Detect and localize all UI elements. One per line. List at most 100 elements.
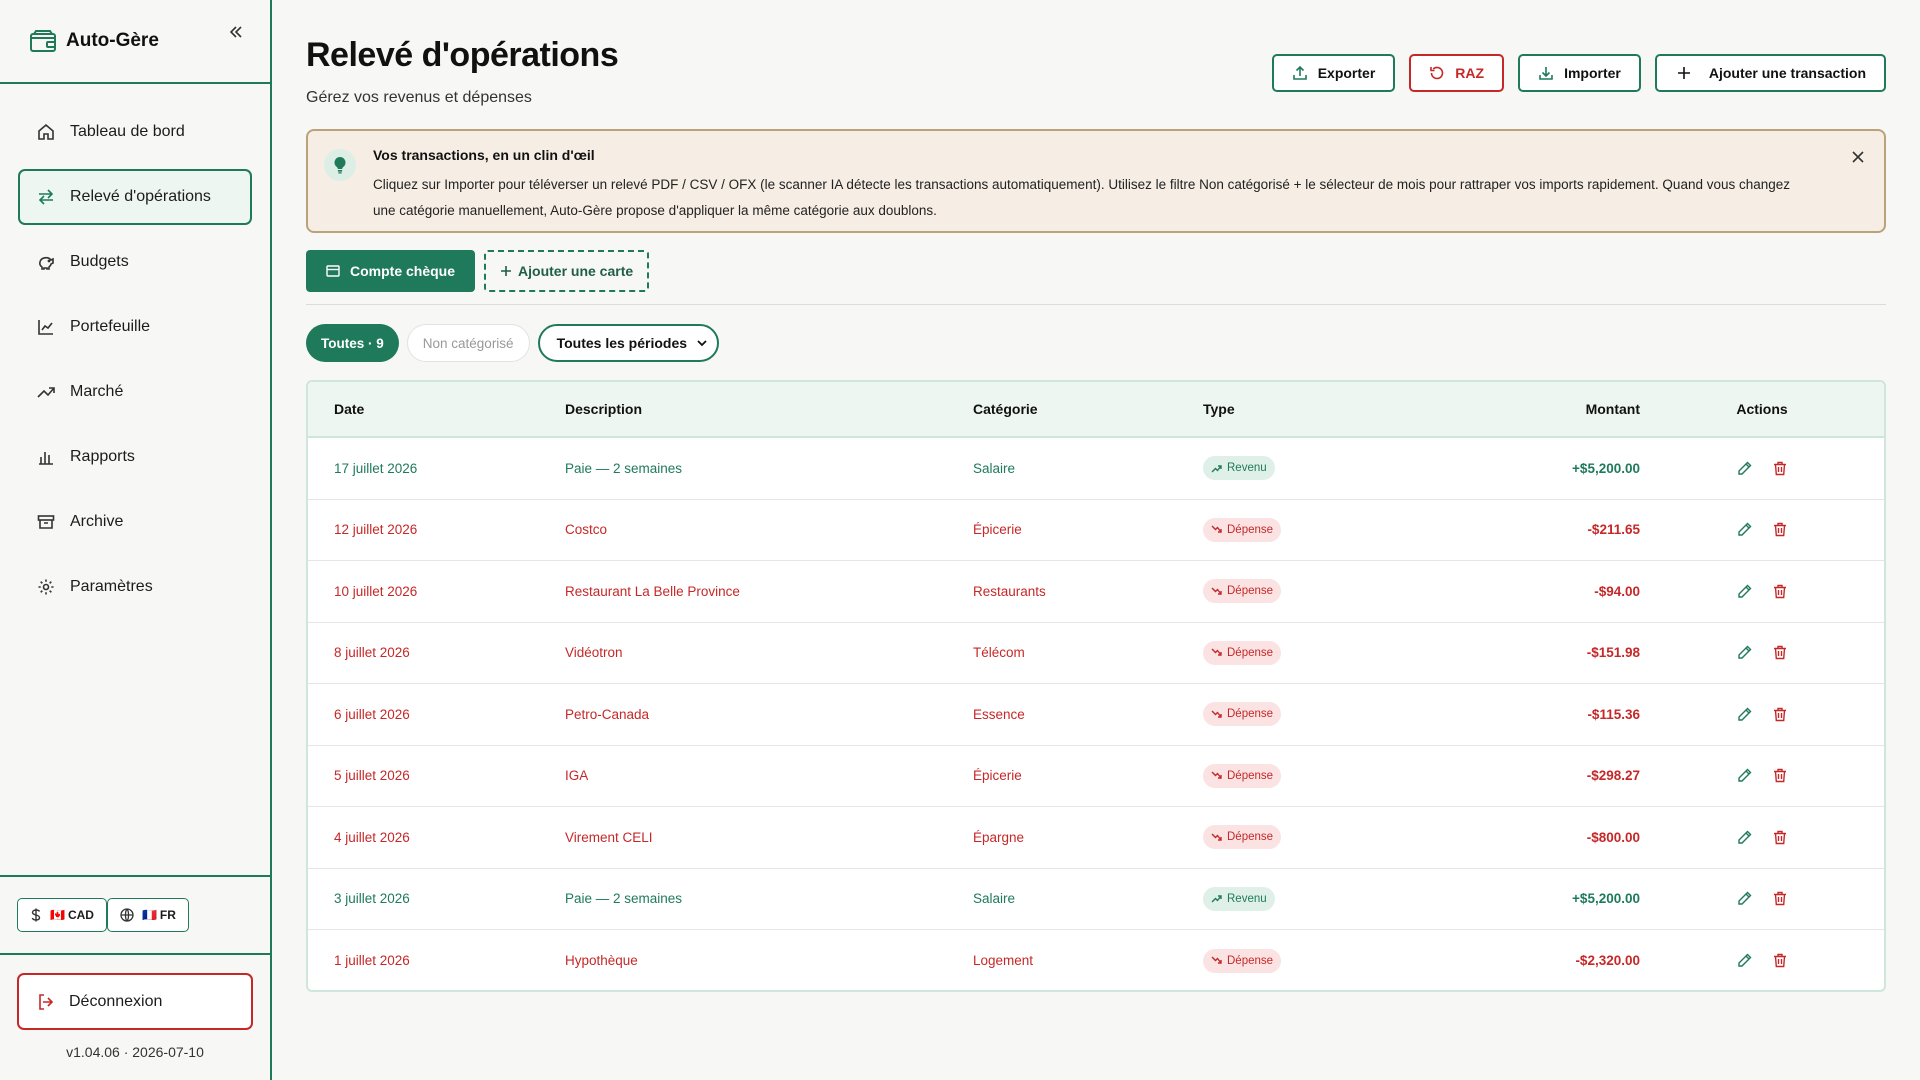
type-badge-label: Revenu — [1227, 892, 1267, 905]
cell-amount: -$800.00 — [1586, 829, 1640, 845]
delete-button[interactable] — [1771, 521, 1789, 539]
edit-button[interactable] — [1735, 459, 1753, 477]
header-type[interactable]: Type — [1203, 401, 1403, 417]
cell-category: Essence — [973, 706, 1025, 722]
cell-amount: -$115.36 — [1587, 706, 1640, 722]
logout-button[interactable]: Déconnexion — [17, 973, 253, 1030]
table-row[interactable]: 10 juillet 2026 Restaurant La Belle Provi… — [308, 561, 1884, 623]
edit-button[interactable] — [1735, 521, 1753, 539]
sidebar-item-reports[interactable]: Rapports — [18, 429, 252, 485]
trending-down-icon — [1211, 771, 1222, 780]
trash-icon — [1773, 768, 1787, 783]
tip-body: Cliquez sur Importer pour téléverser un … — [373, 177, 1791, 218]
sidebar-item-label: Tableau de bord — [70, 123, 185, 140]
cell-type: Revenu — [1203, 456, 1403, 481]
type-badge-label: Dépense — [1227, 523, 1274, 536]
collapse-sidebar-button[interactable] — [224, 20, 248, 44]
table-row[interactable]: 4 juillet 2026 Virement CELI Épargne Dépens… — [308, 807, 1884, 869]
header-date[interactable]: Date — [308, 401, 565, 417]
trash-icon — [1773, 584, 1787, 599]
tip-title: Vos transactions, en un clin d'œil — [373, 147, 595, 163]
cell-category: Épicerie — [973, 522, 1022, 538]
account-tab-checking[interactable]: Compte chèque — [306, 250, 476, 292]
add-transaction-label: Ajouter une transaction — [1708, 65, 1866, 81]
locale-bar: 🇨🇦 CAD 🇫🇷 FR — [0, 875, 270, 955]
reset-button[interactable]: RAZ — [1409, 54, 1505, 92]
delete-button[interactable] — [1771, 828, 1789, 846]
delete-button[interactable] — [1771, 767, 1789, 785]
type-badge-label: Dépense — [1227, 646, 1274, 659]
trash-icon — [1773, 707, 1787, 722]
header-description[interactable]: Description — [565, 401, 973, 417]
language-selector[interactable]: 🇫🇷 FR — [106, 898, 189, 932]
table-row[interactable]: 17 juillet 2026 Paie — 2 semaines Salaire R… — [308, 438, 1884, 500]
logout-icon — [37, 993, 55, 1011]
delete-button[interactable] — [1771, 644, 1789, 662]
import-button[interactable]: Importer — [1518, 54, 1641, 92]
sidebar-item-dashboard[interactable]: Tableau de bord — [18, 104, 252, 160]
line-chart-icon — [36, 317, 56, 337]
account-tab-label: Compte chèque — [350, 263, 456, 279]
add-card-label: Ajouter une carte — [518, 263, 634, 279]
edit-button[interactable] — [1735, 828, 1753, 846]
edit-button[interactable] — [1735, 767, 1753, 785]
cell-date: 3 juillet 2026 — [334, 891, 410, 907]
transfer-arrows-icon — [36, 187, 56, 207]
period-select[interactable]: Toutes les périodes — [537, 324, 720, 362]
sidebar-item-label: Relevé d'opérations — [70, 188, 211, 205]
table-row[interactable]: 1 juillet 2026 Hypothèque Logement Dépense -… — [308, 930, 1884, 990]
table-row[interactable]: 3 juillet 2026 Paie — 2 semaines Salaire Re… — [308, 869, 1884, 930]
trending-up-icon — [1211, 894, 1222, 903]
sidebar-item-archive[interactable]: Archive — [18, 494, 252, 550]
table-row[interactable]: 8 juillet 2026 Vidéotron Télécom Dépense -$1… — [308, 623, 1884, 684]
trending-down-icon — [1211, 648, 1222, 657]
delete-button[interactable] — [1771, 890, 1789, 908]
cell-amount: -$298.27 — [1586, 768, 1640, 784]
cell-category: Restaurants — [973, 583, 1046, 599]
edit-button[interactable] — [1735, 582, 1753, 600]
delete-button[interactable] — [1771, 582, 1789, 600]
cell-date: 8 juillet 2026 — [334, 645, 410, 661]
edit-button[interactable] — [1735, 705, 1753, 723]
trash-icon — [1773, 522, 1787, 537]
sidebar-item-settings[interactable]: Paramètres — [18, 559, 252, 615]
france-flag-icon: 🇫🇷 — [141, 908, 157, 922]
header-amount[interactable]: Montant — [1403, 401, 1640, 417]
filter-all[interactable]: Toutes · 9 — [306, 324, 399, 362]
table-row[interactable]: 12 juillet 2026 Costco Épicerie Dépense -$21… — [308, 500, 1884, 561]
page-title: Relevé d'opérations — [306, 36, 619, 74]
type-badge: Dépense — [1203, 763, 1282, 788]
close-tip-button[interactable] — [1846, 145, 1870, 169]
cell-type: Dépense — [1203, 640, 1403, 665]
canada-flag-icon: 🇨🇦 — [50, 908, 65, 922]
header-category[interactable]: Catégorie — [973, 401, 1203, 417]
cell-description: Costco — [565, 522, 608, 538]
sidebar-item-market[interactable]: Marché — [18, 364, 252, 420]
sidebar-item-portfolio[interactable]: Portefeuille — [18, 299, 252, 355]
trending-down-icon — [1211, 587, 1222, 596]
export-button[interactable]: Exporter — [1271, 54, 1396, 92]
trending-up-icon — [36, 382, 56, 402]
delete-button[interactable] — [1771, 459, 1789, 477]
sidebar-item-statement[interactable]: Relevé d'opérations — [18, 169, 252, 225]
pencil-icon — [1737, 461, 1752, 476]
sidebar-item-budgets[interactable]: Budgets — [18, 234, 252, 290]
trending-down-icon — [1211, 833, 1222, 842]
type-badge: Dépense — [1203, 640, 1282, 665]
edit-button[interactable] — [1735, 644, 1753, 662]
currency-selector[interactable]: 🇨🇦 CAD — [17, 898, 107, 932]
export-label: Exporter — [1317, 65, 1376, 81]
edit-button[interactable] — [1735, 952, 1753, 970]
delete-button[interactable] — [1771, 952, 1789, 970]
filter-uncategorized[interactable]: Non catégorisé — [406, 324, 530, 362]
table-row[interactable]: 6 juillet 2026 Petro-Canada Essence Dépense… — [308, 684, 1884, 746]
add-card-button[interactable]: Ajouter une carte — [484, 250, 650, 292]
edit-button[interactable] — [1735, 890, 1753, 908]
add-transaction-button[interactable]: Ajouter une transaction — [1654, 54, 1886, 92]
cell-actions — [1640, 459, 1884, 477]
delete-button[interactable] — [1771, 705, 1789, 723]
type-badge-label: Dépense — [1227, 708, 1274, 721]
cell-description: Virement CELI — [565, 829, 653, 845]
table-row[interactable]: 5 juillet 2026 IGA Épicerie Dépense -$298.27 — [308, 746, 1884, 807]
cell-type: Dépense — [1203, 825, 1403, 850]
